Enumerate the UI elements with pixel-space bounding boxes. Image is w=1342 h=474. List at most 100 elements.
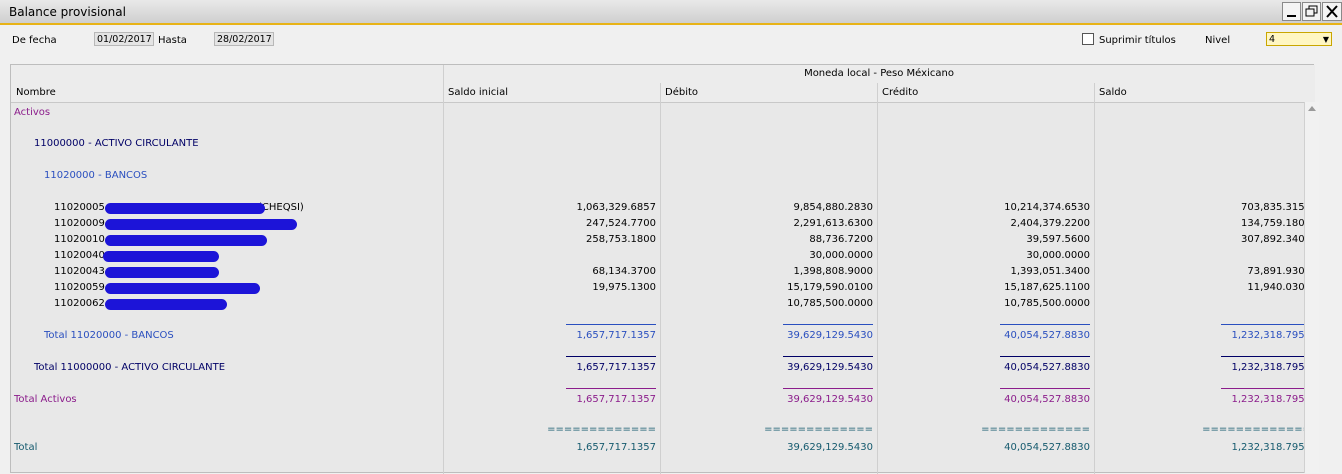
credito-cell: 40,054,527.8830 [1004, 442, 1090, 453]
credito-cell: 10,785,500.0000 [1004, 298, 1090, 309]
row-name: Total Activos [14, 394, 77, 405]
subtotal-line [1221, 356, 1311, 357]
table-row[interactable]: Total 11020000 - BANCOS 1,657,717.1357 3… [11, 330, 1315, 344]
credito-cell: 40,054,527.8830 [1004, 394, 1090, 405]
to-date-field[interactable]: 28/02/2017 [214, 32, 274, 46]
column-header-credito[interactable]: Crédito [882, 87, 918, 98]
column-header-debito[interactable]: Débito [665, 87, 698, 98]
row-name: Total 11020000 - BANCOS [44, 330, 174, 341]
subtotal-line [566, 324, 656, 325]
account-code: 11020005 - [54, 202, 112, 213]
saldo-cell: 1,232,318.7957 [1231, 394, 1311, 405]
column-header-saldo-inicial[interactable]: Saldo inicial [448, 87, 508, 98]
row-name: 11020000 - BANCOS [44, 170, 148, 181]
subtotal-line [783, 324, 873, 325]
from-date-field[interactable]: 01/02/2017 [94, 32, 154, 46]
subtotal-line [1221, 324, 1311, 325]
currency-group-header: Moneda local - Peso Méxicano [804, 68, 954, 79]
subtotal-line [1000, 324, 1090, 325]
equals-marker: ============= [547, 424, 656, 435]
subtotal-line [1221, 388, 1311, 389]
credito-cell: 40,054,527.8830 [1004, 330, 1090, 341]
table-row[interactable]: 11020062 - 10,785,500.0000 10,785,500.00… [11, 298, 1315, 312]
column-header-row: Nombre Saldo inicial Débito Crédito Sald… [11, 83, 1315, 103]
equals-marker: ============= [981, 424, 1090, 435]
account-code: 11020062 - [54, 298, 112, 309]
column-header-saldo[interactable]: Saldo [1099, 87, 1127, 98]
saldo-cell: 134,759.1800 [1241, 218, 1311, 229]
table-row[interactable]: 11020010 - 258,753.1800 88,736.7200 39,5… [11, 234, 1315, 248]
subtotal-line [1000, 388, 1090, 389]
debito-cell: 10,785,500.0000 [787, 298, 873, 309]
credito-cell: 10,214,374.6530 [1004, 202, 1090, 213]
debito-cell: 39,629,129.5430 [787, 442, 873, 453]
from-date-label: De fecha [12, 35, 57, 46]
window-titlebar: Balance provisional [0, 0, 1342, 25]
table-row[interactable]: 11020040 - 30,000.0000 30,000.0000 [11, 250, 1315, 264]
table-row[interactable]: 11020005 - (CHEQSI) 1,063,329.6857 9,854… [11, 202, 1315, 216]
saldo-inicial-cell: 1,657,717.1357 [576, 362, 656, 373]
table-row[interactable]: 11020043 - 68,134.3700 1,398,808.9000 1,… [11, 266, 1315, 280]
saldo-cell: 73,891.9300 [1247, 266, 1311, 277]
saldo-inicial-cell: 258,753.1800 [586, 234, 656, 245]
level-value: 4 [1269, 34, 1276, 45]
row-name: 11000000 - ACTIVO CIRCULANTE [34, 138, 199, 149]
saldo-inicial-cell: 1,063,329.6857 [576, 202, 656, 213]
to-date-label: Hasta [158, 35, 187, 46]
credito-cell: 2,404,379.2200 [1010, 218, 1090, 229]
saldo-inicial-cell: 247,524.7700 [586, 218, 656, 229]
redaction-mark [105, 299, 227, 310]
table-row[interactable]: Total Activos 1,657,717.1357 39,629,129.… [11, 394, 1315, 408]
suppress-titles-label: Suprimir títulos [1099, 35, 1176, 46]
redaction-mark [105, 219, 297, 230]
table-row[interactable]: 11000000 - ACTIVO CIRCULANTE [11, 138, 1315, 152]
saldo-inicial-cell: 68,134.3700 [592, 266, 656, 277]
subtotal-line [566, 388, 656, 389]
row-name: Total 11000000 - ACTIVO CIRCULANTE [34, 362, 226, 373]
table-row[interactable]: 11020009 - 247,524.7700 2,291,613.6300 2… [11, 218, 1315, 232]
debito-cell: 15,179,590.0100 [787, 282, 873, 293]
window-title: Balance provisional [9, 5, 126, 19]
account-code: 11020010 - [54, 234, 112, 245]
suppress-titles-checkbox[interactable] [1082, 33, 1094, 45]
account-code: 11020059 - [54, 282, 112, 293]
close-icon [1326, 5, 1338, 18]
account-code: 11020009 - [54, 218, 112, 229]
equals-marker: ============= [764, 424, 873, 435]
saldo-inicial-cell: 1,657,717.1357 [576, 394, 656, 405]
group-header-row: Moneda local - Peso Méxicano [11, 65, 1315, 84]
minimize-button[interactable] [1282, 2, 1301, 21]
debito-cell: 39,629,129.5430 [787, 330, 873, 341]
debito-cell: 39,629,129.5430 [787, 362, 873, 373]
credito-cell: 1,393,051.3400 [1010, 266, 1090, 277]
scroll-up-icon[interactable] [1305, 102, 1319, 114]
row-name: Total [14, 442, 38, 453]
credito-cell: 39,597.5600 [1026, 234, 1090, 245]
table-row[interactable]: 11020059 - 19,975.1300 15,179,590.0100 1… [11, 282, 1315, 296]
saldo-inicial-cell: 19,975.1300 [592, 282, 656, 293]
saldo-inicial-cell: 1,657,717.1357 [576, 442, 656, 453]
table-row[interactable]: Total 11000000 - ACTIVO CIRCULANTE 1,657… [11, 362, 1315, 376]
column-header-nombre[interactable]: Nombre [16, 87, 56, 98]
debito-cell: 1,398,808.9000 [793, 266, 873, 277]
saldo-cell: 1,232,318.7957 [1231, 362, 1311, 373]
table-row[interactable]: 11020000 - BANCOS [11, 170, 1315, 184]
debito-cell: 30,000.0000 [809, 250, 873, 261]
subtotal-line [566, 356, 656, 357]
restore-button[interactable] [1302, 2, 1321, 21]
close-button[interactable] [1322, 2, 1342, 21]
redaction-mark [105, 235, 267, 246]
saldo-cell: 11,940.0300 [1247, 282, 1311, 293]
subtotal-line [783, 356, 873, 357]
saldo-cell: 1,232,318.7957 [1231, 330, 1311, 341]
saldo-cell: 307,892.3400 [1241, 234, 1311, 245]
table-row[interactable]: Total 1,657,717.1357 39,629,129.5430 40,… [11, 442, 1315, 456]
level-select[interactable]: 4 ▼ [1266, 32, 1332, 46]
vertical-scrollbar[interactable] [1304, 102, 1319, 473]
subtotal-line [783, 388, 873, 389]
debito-cell: 2,291,613.6300 [793, 218, 873, 229]
saldo-inicial-cell: 1,657,717.1357 [576, 330, 656, 341]
table-row[interactable]: Activos [11, 107, 1315, 121]
subtotal-line [1000, 356, 1090, 357]
grand-total-separator-row: ============= ============= ============… [11, 424, 1315, 438]
